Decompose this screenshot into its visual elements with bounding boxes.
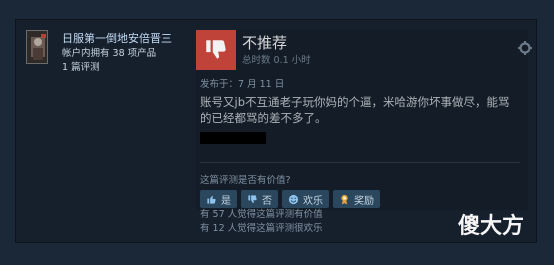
author-name[interactable]: 日服第一倒地安倍晋三 [62, 30, 172, 46]
review-body: 不推荐 总时数 0.1 小时 发布于：7 月 11 日 账号又jb不互通老子玩你… [196, 30, 532, 210]
award-icon [341, 194, 348, 205]
gear-icon[interactable] [518, 40, 532, 55]
award-label: 奖励 [354, 195, 374, 207]
vote-funny-label: 欢乐 [303, 195, 323, 207]
helpful-count: 有 57 人觉得这篇评测有价值 [200, 209, 323, 220]
award-button[interactable]: 奖励 [333, 190, 380, 208]
vote-yes-label: 是 [221, 195, 231, 207]
smile-icon [288, 194, 299, 204]
redacted-block [200, 132, 266, 144]
hours-played: 总时数 0.1 小时 [242, 55, 311, 66]
recommendation-title[interactable]: 不推荐 [242, 32, 287, 53]
review-text: 账号又jb不互通老子玩你妈的个逼，米哈游你坏事做尽，能骂的已经都骂的差不多了。 [200, 95, 510, 125]
divider [200, 162, 520, 163]
owned-products[interactable]: 帐户内拥有 38 项产品 [62, 45, 156, 59]
funny-count: 有 12 人觉得这篇评测很欢乐 [200, 223, 323, 234]
watermark-logo: 傻大方 [458, 214, 525, 239]
posted-date: 发布于：7 月 11 日 [200, 79, 285, 90]
review-count[interactable]: 1 篇评测 [62, 59, 100, 73]
author-block: 日服第一倒地安倍晋三 帐户内拥有 38 项产品 1 篇评测 [26, 30, 186, 90]
helpful-question: 这篇评测是否有价值? [200, 175, 291, 186]
avatar[interactable] [26, 30, 48, 64]
thumbs-down-icon [248, 194, 257, 203]
thumbs-down-icon[interactable] [196, 30, 236, 70]
vote-no-label: 否 [262, 195, 272, 207]
thumbs-up-icon [207, 195, 216, 204]
